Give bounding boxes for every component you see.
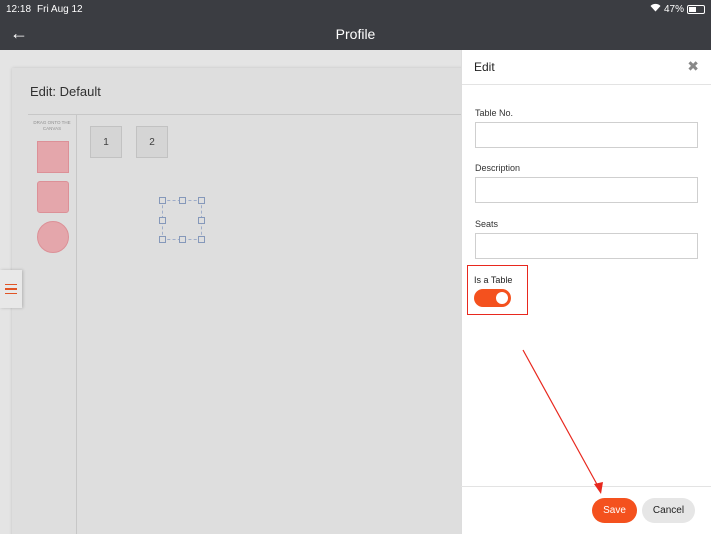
wifi-icon <box>650 3 661 15</box>
nav-bar: ← Profile <box>0 18 711 50</box>
status-time: 12:18 <box>6 3 32 15</box>
is-table-label: Is a Table <box>474 275 513 285</box>
save-button[interactable]: Save <box>592 498 637 523</box>
description-input[interactable] <box>475 177 698 203</box>
table-no-label: Table No. <box>475 108 514 118</box>
panel-title: Edit <box>474 60 495 74</box>
battery-fill <box>689 6 696 12</box>
cancel-button[interactable]: Cancel <box>642 498 695 523</box>
battery-icon <box>687 4 705 14</box>
battery-percent: 47% <box>663 3 684 15</box>
status-bar: 12:18 Fri Aug 12 47% <box>0 0 711 18</box>
page-title: Profile <box>335 26 376 42</box>
description-label: Description <box>475 163 521 173</box>
is-table-toggle[interactable] <box>474 289 511 307</box>
seats-label: Seats <box>475 219 499 229</box>
status-right: 47% <box>650 3 705 15</box>
close-icon[interactable]: ✖ <box>687 58 699 75</box>
toggle-knob <box>496 292 508 304</box>
dim-overlay <box>0 50 461 534</box>
table-no-input[interactable] <box>475 122 698 148</box>
panel-header: Edit ✖ <box>462 50 711 85</box>
footer-divider <box>461 486 711 487</box>
seats-input[interactable] <box>475 233 698 259</box>
status-date: Fri Aug 12 <box>37 3 83 15</box>
